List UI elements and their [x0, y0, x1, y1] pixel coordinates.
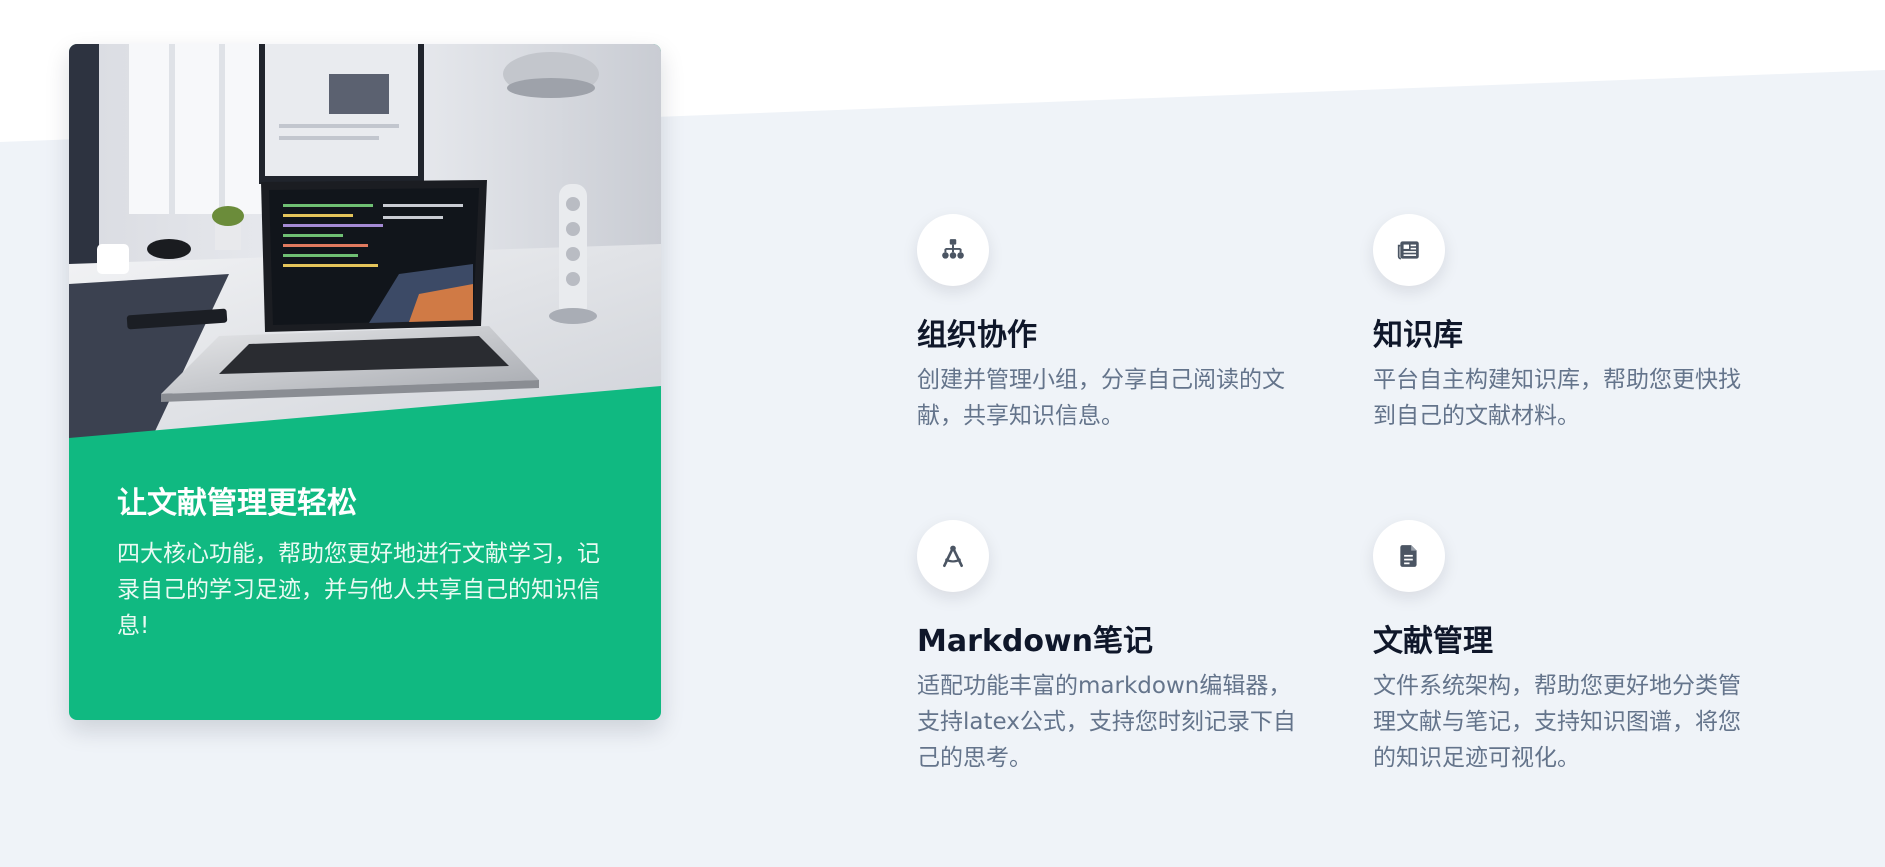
feature-organization: 组织协作 创建并管理小组，分享自己阅读的文献，共享知识信息。	[917, 214, 1297, 434]
newspaper-icon	[1397, 241, 1419, 260]
feature-description: 适配功能丰富的markdown编辑器，支持latex公式，支持您时刻记录下自己的…	[917, 673, 1296, 771]
hero-card: 让文献管理更轻松 四大核心功能，帮助您更好地进行文献学习，记录自己的学习足迹，并…	[69, 44, 661, 720]
sitemap-icon	[942, 239, 964, 259]
feature-icon-wrapper	[917, 214, 989, 286]
hero-card-title: 让文献管理更轻松	[117, 486, 357, 521]
feature-icon-wrapper	[917, 520, 989, 592]
feature-icon-wrapper	[1373, 214, 1445, 286]
hero-image	[69, 44, 661, 444]
feature-knowledge-base: 知识库 平台自主构建知识库，帮助您更快找到自己的文献材料。	[1373, 214, 1753, 434]
hero-card-body: 让文献管理更轻松 四大核心功能，帮助您更好地进行文献学习，记录自己的学习足迹，并…	[117, 486, 617, 644]
feature-title: 组织协作	[917, 318, 1037, 353]
feature-description: 创建并管理小组，分享自己阅读的文献，共享知识信息。	[917, 367, 1285, 429]
hero-card-description: 四大核心功能，帮助您更好地进行文献学习，记录自己的学习足迹，并与他人共享自己的知…	[117, 541, 600, 639]
compass-drafting-icon	[943, 545, 963, 568]
feature-icon-wrapper	[1373, 520, 1445, 592]
file-icon	[1400, 545, 1417, 567]
feature-description: 文件系统架构，帮助您更好地分类管理文献与笔记，支持知识图谱，将您的知识足迹可视化…	[1373, 673, 1741, 771]
feature-document-management: 文献管理 文件系统架构，帮助您更好地分类管理文献与笔记，支持知识图谱，将您的知识…	[1373, 520, 1753, 776]
feature-markdown-notes: Markdown笔记 适配功能丰富的markdown编辑器，支持latex公式，…	[917, 520, 1297, 776]
feature-title: 知识库	[1373, 318, 1463, 353]
feature-title: Markdown笔记	[917, 624, 1154, 659]
feature-title: 文献管理	[1373, 624, 1493, 659]
feature-description: 平台自主构建知识库，帮助您更快找到自己的文献材料。	[1373, 367, 1741, 429]
